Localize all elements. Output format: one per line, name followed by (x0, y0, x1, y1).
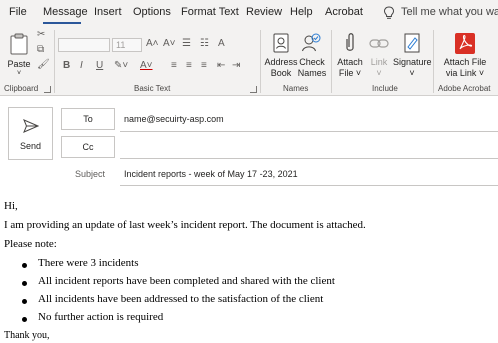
to-button[interactable]: To (61, 108, 115, 130)
list-item: No further action is required (38, 311, 164, 323)
address-book-icon (273, 33, 289, 53)
bullet-point (22, 263, 27, 268)
link-icon (369, 39, 389, 48)
check-names-button[interactable]: Check Names (297, 30, 327, 80)
cc-button[interactable]: Cc (61, 136, 115, 158)
greeting: Hi, (4, 200, 18, 212)
to-field[interactable]: name@secuirty-asp.com (124, 114, 224, 124)
font-name-combo[interactable] (58, 38, 110, 52)
increase-indent-icon[interactable]: ⇥ (232, 60, 240, 72)
paperclip-icon (346, 33, 354, 51)
tab-acrobat[interactable]: Acrobat (325, 6, 363, 18)
tab-help[interactable]: Help (290, 6, 313, 18)
attach-via-link-label-2: via Link ˅ (445, 68, 485, 78)
attach-via-link-label-1: Attach File (443, 57, 487, 67)
closing: Thank you, (4, 330, 50, 341)
highlight-icon[interactable]: ✎˅ (114, 60, 128, 72)
divider (331, 30, 332, 93)
tab-insert[interactable]: Insert (94, 6, 122, 18)
align-left-icon[interactable]: ≡ (171, 60, 177, 72)
divider (54, 30, 55, 93)
tell-me-text: Tell me what you want (401, 6, 498, 18)
attach-file-label-2: File ˅ (338, 68, 362, 78)
grow-font-icon[interactable]: A˄ (146, 38, 159, 50)
attach-via-link-button[interactable]: Attach File via Link ˅ (436, 30, 494, 80)
list-item: There were 3 incidents (38, 257, 139, 269)
signature-label-1: Signature (393, 57, 432, 67)
bold-icon[interactable]: B (63, 60, 70, 72)
list-item: All incident reports have been completed… (38, 275, 335, 287)
bullet-point (22, 317, 27, 322)
tab-message[interactable]: Message (43, 6, 88, 18)
signature-icon (404, 33, 420, 53)
italic-icon[interactable]: I (80, 60, 83, 72)
tab-options[interactable]: Options (133, 6, 171, 18)
attach-file-button[interactable]: Attach File ˅ (334, 30, 366, 80)
clipboard-icon (10, 33, 28, 55)
link-label-1: Link (370, 57, 388, 67)
send-button[interactable]: Send (8, 107, 53, 160)
clipboard-launcher-icon[interactable] (44, 86, 51, 93)
underline-icon[interactable]: U (96, 60, 103, 72)
bullet-point (22, 299, 27, 304)
acrobat-icon (455, 33, 475, 54)
tab-file[interactable]: File (9, 6, 27, 18)
check-names-icon (302, 33, 321, 52)
decrease-indent-icon[interactable]: ⇤ (217, 60, 225, 72)
divider (260, 30, 261, 93)
divider (120, 158, 498, 159)
group-label-adobe-acrobat: Adobe Acrobat (438, 84, 491, 93)
address-book-label-2: Book (270, 68, 292, 78)
chevron-down-icon: ˅ (16, 70, 22, 77)
format-painter-icon[interactable]: 🖌 (37, 59, 50, 71)
bullets-icon[interactable]: ☰ (182, 38, 191, 50)
font-size-combo[interactable]: 11 (112, 38, 142, 52)
align-right-icon[interactable]: ≡ (201, 60, 207, 72)
paste-button[interactable]: Paste ˅ (4, 30, 34, 77)
bullet-point (22, 281, 27, 286)
active-tab-indicator (43, 22, 81, 24)
address-book-label-1: Address (264, 57, 298, 67)
subject-label: Subject (75, 169, 106, 179)
shrink-font-icon[interactable]: A˅ (163, 38, 176, 50)
font-color-icon[interactable]: A˅ (140, 60, 153, 72)
check-names-label-1: Check (299, 57, 325, 67)
intro-paragraph: I am providing an update of last week’s … (4, 219, 366, 231)
link-label-2: ˅ (376, 68, 382, 78)
lightbulb-icon (383, 6, 395, 19)
attach-file-label-1: Attach (337, 57, 363, 67)
group-label-names: Names (283, 84, 309, 93)
numbering-icon[interactable]: ☷ (200, 38, 209, 50)
align-center-icon[interactable]: ≡ (186, 60, 192, 72)
check-names-label-2: Names (297, 68, 327, 78)
divider (433, 30, 434, 93)
link-button[interactable]: Link ˅ (366, 30, 392, 80)
send-label: Send (19, 141, 42, 151)
subject-field[interactable]: Incident reports - week of May 17 -23, 2… (124, 169, 298, 179)
group-label-basic-text: Basic Text (134, 84, 171, 93)
menu-bar: File Message Insert Options Format Text … (0, 0, 498, 25)
cut-icon[interactable]: ✂ (37, 29, 45, 41)
font-size-value: 11 (116, 40, 126, 50)
tab-format-text[interactable]: Format Text (181, 6, 239, 18)
divider (120, 185, 498, 186)
list-item: All incidents have been addressed to the… (38, 293, 324, 305)
note-heading: Please note: (4, 238, 57, 250)
send-icon (23, 119, 39, 133)
signature-label-2: ˅ (409, 68, 415, 78)
tab-review[interactable]: Review (246, 6, 282, 18)
clear-formatting-icon[interactable]: A (218, 38, 225, 50)
divider (120, 131, 498, 132)
group-label-clipboard: Clipboard (4, 84, 39, 93)
cc-field[interactable] (124, 142, 494, 154)
group-label-include: Include (372, 84, 398, 93)
address-book-button[interactable]: Address Book (264, 30, 298, 80)
basic-text-launcher-icon[interactable] (250, 86, 257, 93)
signature-button[interactable]: Signature ˅ (393, 30, 432, 80)
copy-icon[interactable]: ⧉ (37, 44, 44, 56)
